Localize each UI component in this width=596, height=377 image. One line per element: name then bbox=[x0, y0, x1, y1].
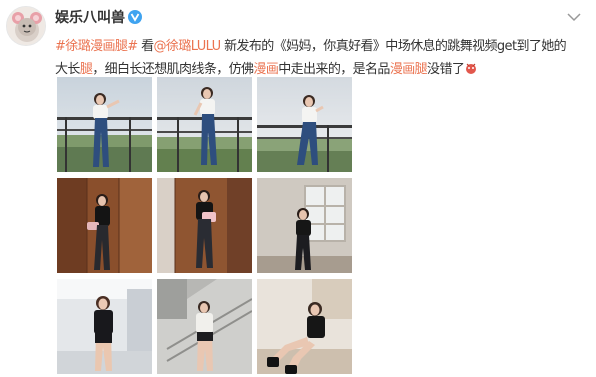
text-part-5: 中走出来的，是名品 bbox=[278, 62, 390, 77]
photo-3[interactable] bbox=[257, 77, 352, 172]
photo-5[interactable] bbox=[157, 178, 252, 273]
topic-tag-close[interactable]: # bbox=[127, 39, 138, 54]
photo-8[interactable] bbox=[157, 279, 252, 374]
weibo-post: 娱乐八叫兽 #徐璐漫画腿# 看@徐璐LULU 新发布的《妈妈，你真好看》中场休息… bbox=[0, 0, 596, 377]
post-text: #徐璐漫画腿# 看@徐璐LULU 新发布的《妈妈，你真好看》中场休息的跳舞视频g… bbox=[55, 35, 580, 81]
keyword-highlight-2: 漫画 bbox=[253, 62, 279, 77]
photo-4[interactable] bbox=[57, 178, 152, 273]
photo-9[interactable] bbox=[257, 279, 352, 374]
text-part-4: ，细白长还想肌肉线条，仿佛 bbox=[92, 62, 254, 77]
text-part-2: 新发布的《妈妈，你真好看》中场休息的跳舞视频get到了她的 bbox=[220, 39, 567, 54]
photo-6[interactable] bbox=[257, 178, 352, 273]
photo-7[interactable] bbox=[57, 279, 152, 374]
keyword-highlight-1: 腿 bbox=[79, 62, 93, 77]
photo-1[interactable] bbox=[57, 77, 152, 172]
avatar[interactable] bbox=[6, 6, 46, 46]
text-part-1: 看 bbox=[137, 39, 154, 54]
verified-icon bbox=[128, 10, 142, 24]
keyword-highlight-3: 漫画腿 bbox=[389, 62, 428, 77]
photo-2[interactable] bbox=[157, 77, 252, 172]
author-name[interactable]: 娱乐八叫兽 bbox=[55, 7, 142, 27]
text-part-3: 大长 bbox=[55, 62, 80, 77]
author-name-label[interactable]: 娱乐八叫兽 bbox=[55, 7, 125, 27]
emoji-icon bbox=[464, 60, 478, 74]
photo-grid bbox=[57, 77, 352, 374]
mention-link[interactable]: @徐璐LULU bbox=[154, 39, 222, 54]
chevron-down-icon[interactable] bbox=[566, 8, 582, 22]
topic-tag-open[interactable]: #徐璐 bbox=[55, 39, 91, 54]
topic-tag-highlight[interactable]: 漫画腿 bbox=[90, 39, 128, 54]
text-part-6: 没错了 bbox=[427, 62, 465, 77]
